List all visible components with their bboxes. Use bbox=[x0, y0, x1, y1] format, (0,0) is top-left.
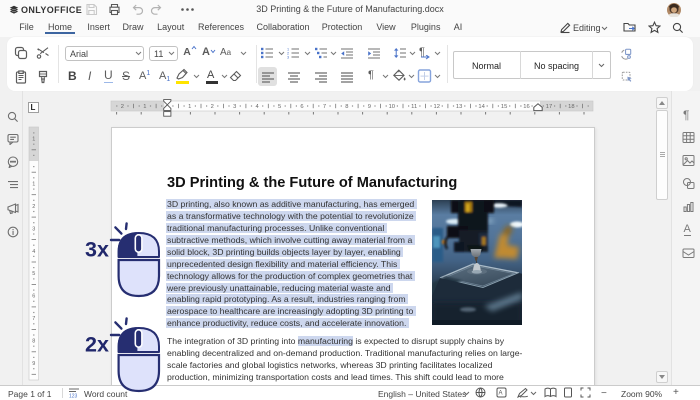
svg-text:14: 14 bbox=[478, 104, 485, 110]
svg-text:5: 5 bbox=[32, 271, 35, 277]
svg-text:11: 11 bbox=[411, 104, 417, 110]
svg-text:6: 6 bbox=[32, 294, 35, 300]
svg-text:13: 13 bbox=[456, 104, 462, 110]
svg-text:3x: 3x bbox=[85, 238, 109, 262]
svg-text:9: 9 bbox=[32, 361, 35, 367]
svg-text:2x: 2x bbox=[85, 333, 109, 357]
svg-text:17: 17 bbox=[546, 104, 552, 110]
svg-text:1: 1 bbox=[32, 182, 35, 188]
svg-text:8: 8 bbox=[32, 339, 35, 345]
svg-text:16: 16 bbox=[523, 104, 529, 110]
svg-text:3: 3 bbox=[287, 55, 289, 59]
svg-text:12: 12 bbox=[433, 104, 439, 110]
svg-text:8: 8 bbox=[345, 104, 348, 110]
svg-text:4: 4 bbox=[32, 249, 35, 255]
svg-text:7: 7 bbox=[323, 104, 326, 110]
svg-text:1: 1 bbox=[188, 104, 191, 110]
svg-text:7: 7 bbox=[32, 316, 35, 322]
svg-text:15: 15 bbox=[501, 104, 507, 110]
svg-text:9: 9 bbox=[368, 104, 371, 110]
svg-text:123: 123 bbox=[69, 394, 78, 399]
svg-text:1: 1 bbox=[143, 104, 146, 110]
svg-text:2: 2 bbox=[32, 204, 35, 210]
svg-text:18: 18 bbox=[568, 104, 574, 110]
svg-text:A: A bbox=[499, 391, 503, 397]
svg-text:3: 3 bbox=[32, 226, 35, 232]
svg-text:2: 2 bbox=[121, 104, 124, 110]
svg-text:1: 1 bbox=[32, 137, 35, 143]
svg-text:3: 3 bbox=[233, 104, 236, 110]
svg-text:2: 2 bbox=[211, 104, 214, 110]
svg-text:5: 5 bbox=[278, 104, 281, 110]
svg-text:6: 6 bbox=[300, 104, 303, 110]
svg-text:10: 10 bbox=[389, 104, 395, 110]
